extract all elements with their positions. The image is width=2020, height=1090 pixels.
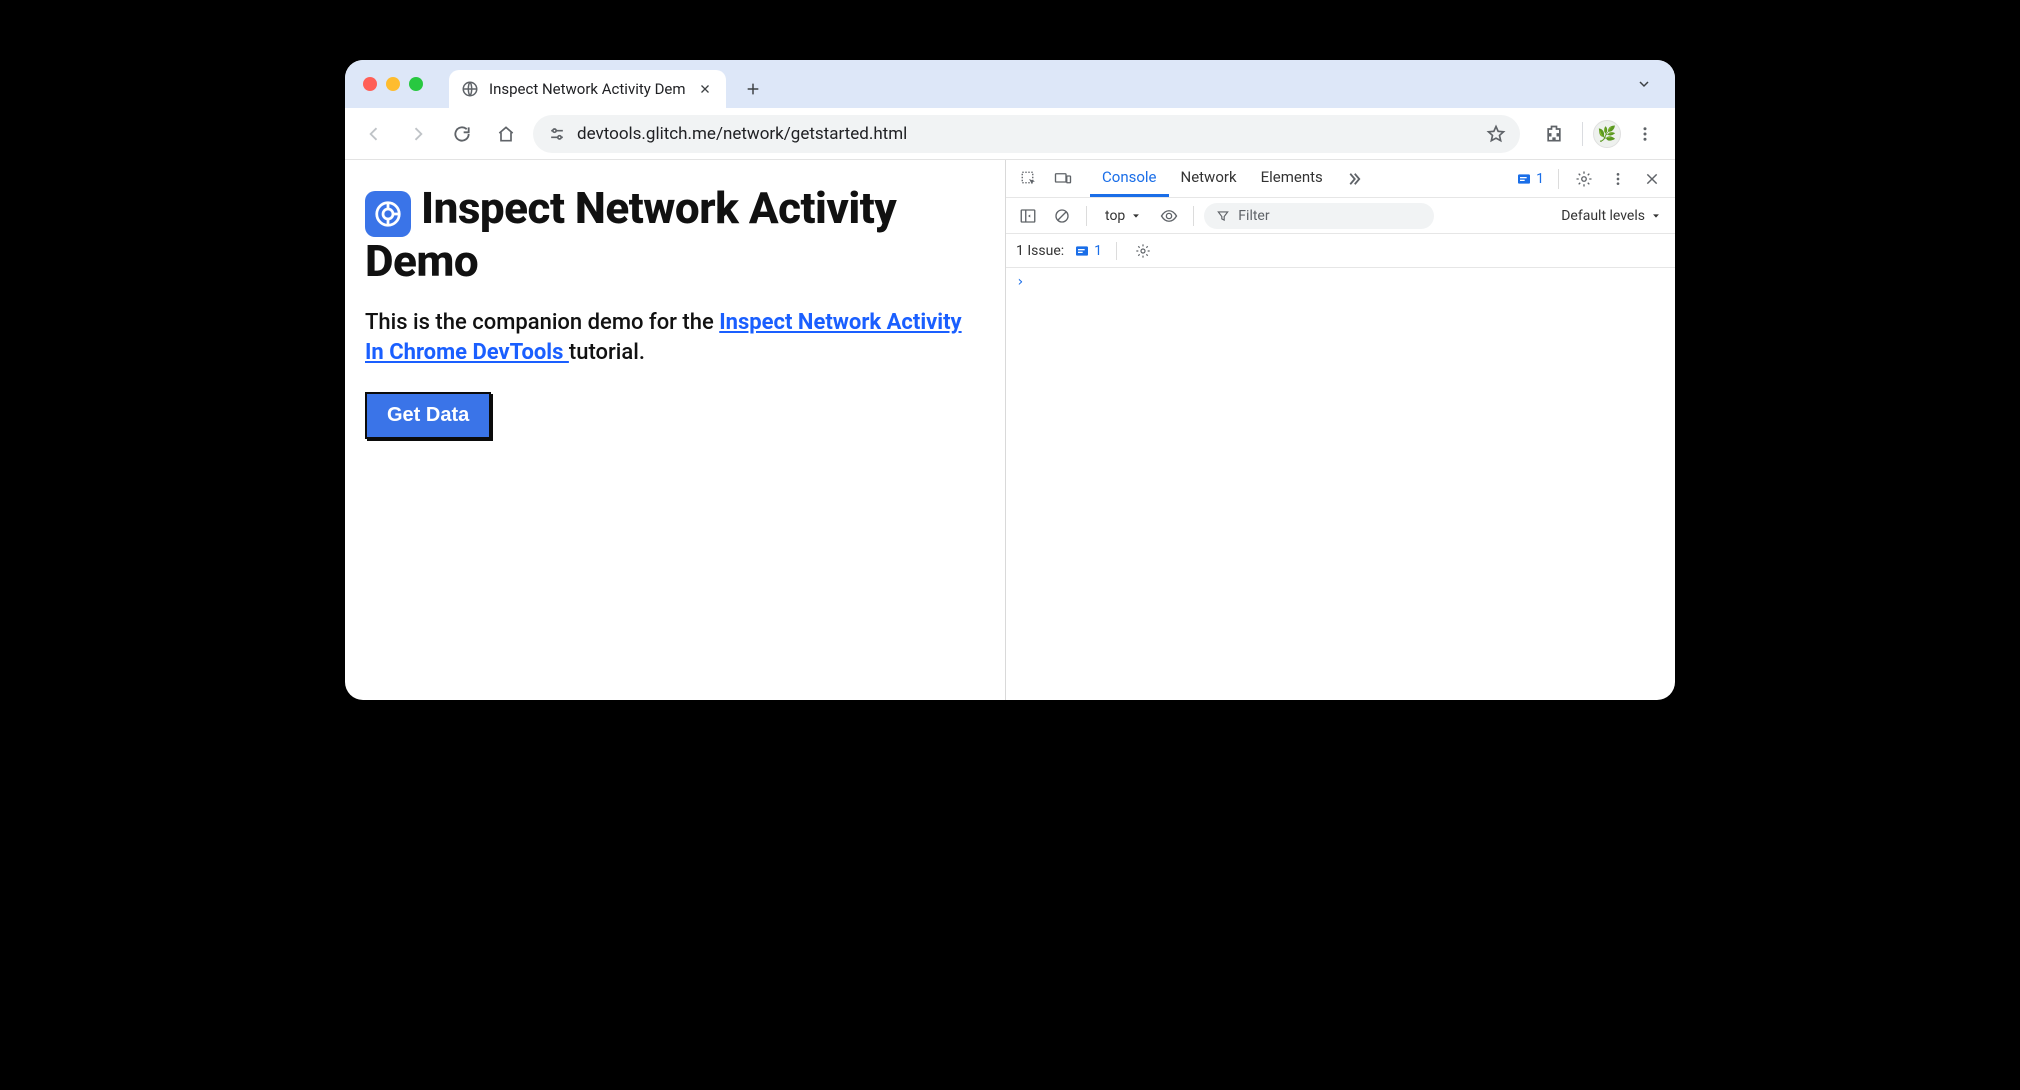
filter-placeholder: Filter (1238, 208, 1269, 224)
intro-suffix: tutorial. (569, 340, 645, 365)
new-tab-button[interactable] (736, 72, 770, 106)
extensions-button[interactable] (1536, 116, 1572, 152)
page-viewport: Inspect Network Activity Demo This is th… (345, 160, 1005, 700)
browser-tab[interactable]: Inspect Network Activity Dem (449, 70, 726, 108)
context-label: top (1105, 208, 1125, 224)
devtools-logo-icon (365, 191, 411, 237)
issues-count-badge[interactable]: 1 (1074, 243, 1102, 259)
page-title: Inspect Network Activity Demo (365, 184, 985, 286)
inspect-element-button[interactable] (1014, 164, 1044, 194)
intro-prefix: This is the companion demo for the (365, 310, 719, 335)
home-button[interactable] (489, 117, 523, 151)
toolbar-right: 🌿 (1536, 116, 1663, 152)
divider (1116, 242, 1117, 260)
address-bar[interactable]: devtools.glitch.me/network/getstarted.ht… (533, 115, 1520, 153)
console-output[interactable]: › (1006, 268, 1675, 700)
browser-window: Inspect Network Activity Dem (345, 60, 1675, 700)
toggle-sidebar-button[interactable] (1014, 202, 1042, 230)
issues-bar: 1 Issue: 1 (1006, 234, 1675, 268)
minimize-window-button[interactable] (386, 77, 400, 91)
browser-menu-button[interactable] (1627, 116, 1663, 152)
page-intro: This is the companion demo for the Inspe… (365, 308, 985, 367)
tab-elements[interactable]: Elements (1249, 160, 1335, 197)
reload-button[interactable] (445, 117, 479, 151)
close-devtools-button[interactable] (1637, 164, 1667, 194)
tab-title: Inspect Network Activity Dem (489, 80, 686, 98)
close-tab-button[interactable] (696, 80, 714, 98)
device-toggle-button[interactable] (1048, 164, 1078, 194)
tab-search-button[interactable] (1629, 69, 1659, 99)
page-heading-text: Inspect Network Activity Demo (365, 182, 896, 287)
divider (1582, 122, 1583, 146)
devtools-tabbar: Console Network Elements 1 (1006, 160, 1675, 198)
maximize-window-button[interactable] (409, 77, 423, 91)
back-button[interactable] (357, 117, 391, 151)
close-window-button[interactable] (363, 77, 377, 91)
live-expression-button[interactable] (1155, 202, 1183, 230)
devtools-settings-button[interactable] (1569, 164, 1599, 194)
url-text: devtools.glitch.me/network/getstarted.ht… (577, 124, 1476, 144)
log-levels-selector[interactable]: Default levels (1561, 208, 1667, 224)
console-prompt-icon: › (1016, 274, 1024, 290)
divider (1558, 169, 1559, 189)
divider (1193, 206, 1194, 226)
issues-indicator[interactable]: 1 (1512, 171, 1548, 187)
tab-strip: Inspect Network Activity Dem (345, 60, 1675, 108)
tab-network[interactable]: Network (1169, 160, 1249, 197)
devtools-tabs: Console Network Elements (1090, 160, 1335, 197)
console-settings-button[interactable] (1131, 239, 1155, 263)
site-controls-icon[interactable] (547, 124, 567, 144)
context-selector[interactable]: top (1097, 206, 1149, 226)
levels-label: Default levels (1561, 208, 1645, 224)
get-data-button[interactable]: Get Data (365, 392, 491, 439)
console-toolbar: top Filter Default levels (1006, 198, 1675, 234)
devtools-menu-button[interactable] (1603, 164, 1633, 194)
tab-console[interactable]: Console (1090, 160, 1169, 197)
bookmark-button[interactable] (1486, 124, 1506, 144)
issues-label: 1 Issue: (1016, 243, 1064, 259)
more-tabs-button[interactable] (1339, 164, 1369, 194)
browser-toolbar: devtools.glitch.me/network/getstarted.ht… (345, 108, 1675, 160)
profile-button[interactable]: 🌿 (1593, 120, 1621, 148)
window-controls (363, 77, 423, 91)
devtools-panel: Console Network Elements 1 (1005, 160, 1675, 700)
globe-icon (461, 80, 479, 98)
content-area: Inspect Network Activity Demo This is th… (345, 160, 1675, 700)
console-filter-input[interactable]: Filter (1204, 203, 1434, 229)
issues-indicator-count: 1 (1536, 171, 1544, 187)
forward-button[interactable] (401, 117, 435, 151)
issues-count: 1 (1094, 243, 1102, 259)
clear-console-button[interactable] (1048, 202, 1076, 230)
divider (1086, 206, 1087, 226)
